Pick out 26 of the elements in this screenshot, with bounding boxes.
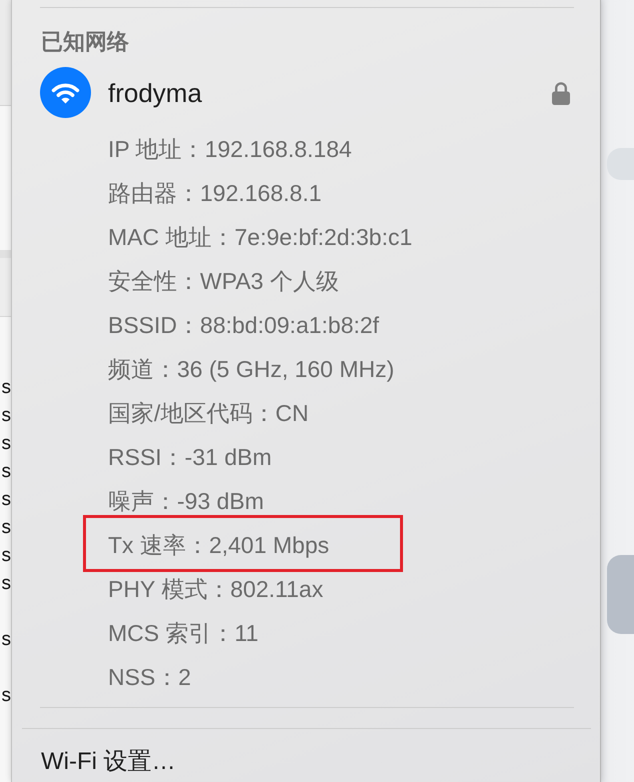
network-detail: MCS 索引：11 xyxy=(108,620,258,646)
truncated-label: s xyxy=(0,544,11,568)
truncated-label: s xyxy=(0,488,11,512)
network-detail: PHY 模式：802.11ax xyxy=(108,576,324,602)
network-detail: Tx 速率：2,401 Mbps xyxy=(108,532,330,558)
network-detail: RSSI：-31 dBm xyxy=(108,444,272,470)
network-detail: 频道：36 (5 GHz, 160 MHz) xyxy=(108,356,394,382)
truncated-label: s xyxy=(0,376,11,400)
network-name[interactable]: frodyma xyxy=(108,78,202,108)
section-title: 已知网络 xyxy=(41,29,129,55)
truncated-label: s xyxy=(0,460,11,484)
network-detail: 路由器：192.168.8.1 xyxy=(108,180,322,206)
network-detail: 安全性：WPA3 个人级 xyxy=(108,268,339,294)
menu-item[interactable]: Wi-Fi 设置… xyxy=(41,747,176,777)
network-detail: MAC 地址：7e:9e:bf:2d:3b:c1 xyxy=(108,224,412,250)
network-detail: IP 地址：192.168.8.184 xyxy=(108,136,352,162)
truncated-label: s xyxy=(0,684,11,708)
network-detail: NSS：2 xyxy=(108,664,192,690)
truncated-label: s xyxy=(0,432,11,456)
truncated-label: s xyxy=(0,572,11,596)
network-detail: 国家/地区代码：CN xyxy=(108,400,309,426)
truncated-label: s xyxy=(0,404,11,428)
truncated-label: s xyxy=(0,628,11,652)
network-detail: 噪声：-93 dBm xyxy=(108,488,264,514)
network-detail: BSSID：88:bd:09:a1:b8:2f xyxy=(108,312,380,338)
truncated-label: s xyxy=(0,516,11,540)
